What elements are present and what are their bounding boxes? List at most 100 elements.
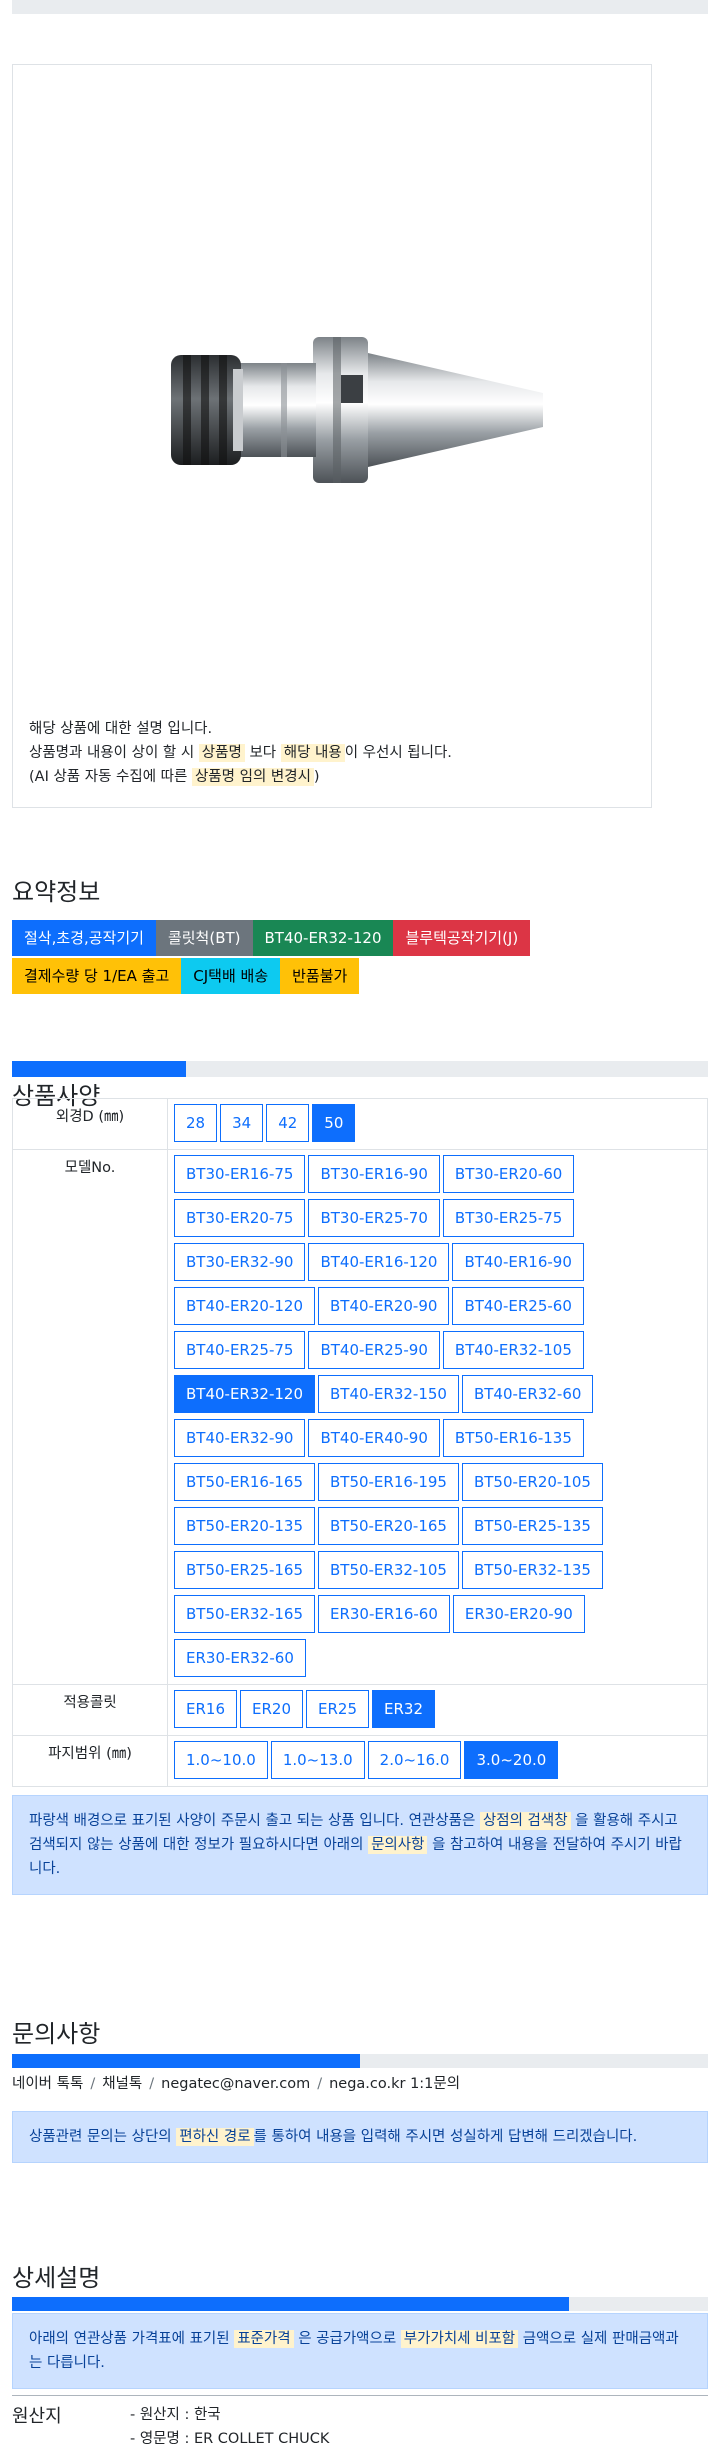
notice-line-3: (AI 상품 자동 수집에 따른 상품명 임의 변경시) <box>29 765 452 789</box>
product-image-box: 해당 상품에 대한 설명 입니다. 상품명과 내용이 상이 할 시 상품명 보다… <box>12 64 652 808</box>
spec-option-button[interactable]: 50 <box>312 1104 356 1142</box>
detail-progress-fill <box>12 2297 569 2311</box>
spec-option-button[interactable]: BT30-ER20-60 <box>442 1155 575 1193</box>
spec-option-button[interactable]: BT50-ER20-135 <box>174 1507 315 1545</box>
spec-option-button[interactable]: BT40-ER25-60 <box>452 1287 584 1325</box>
spec-table: 외경D (㎜) 28 34 42 50 모델No. BT30-ER16-75 BT30-ER1… <box>12 1098 708 1787</box>
spec-values: BT30-ER16-75 BT30-ER16-90 BT30-ER20-60 BT30… <box>167 1149 708 1685</box>
spec-option-button[interactable]: BT30-ER32-90 <box>174 1243 306 1281</box>
notice-line-2: 상품명과 내용이 상이 할 시 상품명 보다 해당 내용 이 우선시 됩니다. <box>29 741 452 765</box>
spec-option-button[interactable]: 1.0~13.0 <box>270 1741 365 1779</box>
spec-progress <box>12 1061 708 1077</box>
summary-chip: BT40-ER32-120 <box>252 920 394 956</box>
spec-option-button[interactable]: ER30-ER32-60 <box>174 1639 306 1677</box>
spec-options: 1.0~10.0 1.0~13.0 2.0~16.0 3.0~20.0 <box>174 1739 654 1783</box>
spec-option-button[interactable]: BT30-ER25-75 <box>442 1199 575 1237</box>
spec-option-button[interactable]: BT50-ER16-135 <box>442 1419 584 1457</box>
spec-progress-fill <box>12 1061 186 1077</box>
spec-option-button[interactable]: 28 <box>174 1104 218 1142</box>
spec-option-button[interactable]: BT40-ER40-90 <box>308 1419 440 1457</box>
spec-option-button[interactable]: BT50-ER16-195 <box>317 1463 459 1501</box>
inquiry-title: 문의사항 <box>12 2020 101 2048</box>
inquiry-alert: 상품관련 문의는 상단의 편하신 경로 를 통하여 내용을 입력해 주시면 성실하… <box>12 2111 708 2163</box>
spec-row: 외경D (㎜) 28 34 42 50 <box>12 1098 708 1150</box>
spec-option-button[interactable]: 2.0~16.0 <box>367 1741 462 1779</box>
spec-option-button[interactable]: BT50-ER32-135 <box>461 1551 603 1589</box>
notice-text: 보다 <box>249 745 277 761</box>
spec-option-button[interactable]: BT40-ER32-90 <box>174 1419 306 1457</box>
notice-highlight: 상품명 <box>198 744 245 762</box>
contact-links: 네이버 톡톡 / 채널톡 / negatec@naver.com / nega.co.kr … <box>12 2072 460 2093</box>
spec-option-button[interactable]: BT40-ER32-120 <box>174 1375 315 1413</box>
spec-option-button[interactable]: BT50-ER16-165 <box>174 1463 315 1501</box>
spec-option-button[interactable]: 34 <box>220 1104 264 1142</box>
origin-items: - 원산지 : 한국 - 영문명 : ER COLLET CHUCK <box>130 2403 329 2448</box>
spec-option-button[interactable]: BT40-ER20-120 <box>174 1287 315 1325</box>
origin-item: - 영문명 : ER COLLET CHUCK <box>130 2431 330 2447</box>
spec-option-button[interactable]: ER30-ER16-60 <box>317 1595 450 1633</box>
spec-option-button[interactable]: 42 <box>266 1104 310 1142</box>
spec-option-button[interactable]: ER25 <box>306 1690 369 1728</box>
contact-link[interactable]: 채널톡 <box>102 2076 142 2092</box>
alert-highlight: 부가가치세 비포함 <box>400 2330 519 2348</box>
spec-options: 28 34 42 50 <box>174 1102 654 1146</box>
product-notice: 해당 상품에 대한 설명 입니다. 상품명과 내용이 상이 할 시 상품명 보다… <box>29 717 452 789</box>
spec-label: 파지범위 (㎜) <box>12 1735 168 1787</box>
spec-option-button[interactable]: 3.0~20.0 <box>464 1741 559 1779</box>
alert-text: 상품관련 문의는 상단의 <box>29 2129 172 2145</box>
spec-option-button[interactable]: BT40-ER32-150 <box>317 1375 459 1413</box>
alert-highlight: 표준가격 <box>234 2330 294 2348</box>
alert-text: 파랑색 배경으로 표기된 사양이 주문시 출고 되는 상품 입니다. 연관상품은 <box>29 1813 476 1829</box>
inquiry-progress <box>12 2054 708 2068</box>
spec-option-button[interactable]: ER30-ER20-90 <box>452 1595 585 1633</box>
spec-values: ER16 ER20 ER25 ER32 <box>167 1684 708 1736</box>
alert-text: 아래의 연관상품 가격표에 표기된 <box>29 2331 230 2347</box>
origin-divider <box>12 2395 708 2396</box>
alert-text: 은 공급가액으로 <box>298 2331 397 2347</box>
spec-option-button[interactable]: BT40-ER16-120 <box>308 1243 450 1281</box>
product-image <box>171 337 543 483</box>
spec-option-button[interactable]: BT30-ER20-75 <box>174 1199 306 1237</box>
detail-title: 상세설명 <box>12 2264 101 2292</box>
notice-text: 상품명과 내용이 상이 할 시 <box>29 745 195 761</box>
contact-link[interactable]: negatec@naver.com <box>161 2076 310 2092</box>
summary-chip: 결제수량 당 1/EA 출고 <box>12 958 182 994</box>
spec-option-button[interactable]: BT40-ER25-90 <box>308 1331 440 1369</box>
notice-text: 이 우선시 됩니다. <box>344 745 452 761</box>
spec-row: 파지범위 (㎜) 1.0~10.0 1.0~13.0 2.0~16.0 3.0~20.0 <box>12 1735 708 1787</box>
contact-link[interactable]: 네이버 톡톡 <box>12 2076 83 2092</box>
spec-values: 1.0~10.0 1.0~13.0 2.0~16.0 3.0~20.0 <box>167 1735 708 1787</box>
spec-alert: 파랑색 배경으로 표기된 사양이 주문시 출고 되는 상품 입니다. 연관상품은… <box>12 1795 708 1895</box>
spec-option-button[interactable]: ER32 <box>372 1690 435 1728</box>
spec-option-button[interactable]: 1.0~10.0 <box>174 1741 268 1779</box>
spec-option-button[interactable]: BT50-ER32-105 <box>317 1551 459 1589</box>
spec-option-button[interactable]: BT40-ER16-90 <box>452 1243 584 1281</box>
notice-text: (AI 상품 자동 수집에 따른 <box>29 769 188 785</box>
origin-item: - 원산지 : 한국 <box>130 2407 221 2423</box>
spec-options: BT30-ER16-75 BT30-ER16-90 BT30-ER20-60 BT30… <box>174 1153 654 1681</box>
spec-label: 적용콜릿 <box>12 1684 168 1736</box>
spec-option-button[interactable]: BT50-ER20-105 <box>461 1463 603 1501</box>
spec-option-button[interactable]: BT50-ER20-165 <box>317 1507 459 1545</box>
spec-label: 모델No. <box>12 1149 168 1685</box>
spec-option-button[interactable]: BT30-ER16-90 <box>308 1155 440 1193</box>
detail-progress <box>12 2297 708 2311</box>
spec-option-button[interactable]: ER16 <box>174 1690 237 1728</box>
spec-option-button[interactable]: BT40-ER32-60 <box>461 1375 594 1413</box>
spec-option-button[interactable]: BT50-ER25-135 <box>461 1507 603 1545</box>
summary-chip: 반품불가 <box>280 958 360 994</box>
spec-option-button[interactable]: BT40-ER20-90 <box>317 1287 450 1325</box>
spec-option-button[interactable]: BT50-ER32-165 <box>174 1595 315 1633</box>
spec-option-button[interactable]: BT40-ER32-105 <box>442 1331 584 1369</box>
contact-link[interactable]: nega.co.kr 1:1문의 <box>329 2076 460 2092</box>
spec-option-button[interactable]: BT40-ER25-75 <box>174 1331 306 1369</box>
spec-row: 모델No. BT30-ER16-75 BT30-ER16-90 BT30-ER20-6… <box>12 1149 708 1685</box>
spec-option-button[interactable]: BT50-ER25-165 <box>174 1551 315 1589</box>
alert-highlight: 편하신 경로 <box>176 2128 254 2146</box>
detail-alert: 아래의 연관상품 가격표에 표기된 표준가격 은 공급가액으로 부가가치세 비포… <box>12 2313 708 2389</box>
spec-row: 적용콜릿 ER16 ER20 ER25 ER32 <box>12 1684 708 1736</box>
contact-separator: / <box>90 2076 96 2092</box>
spec-option-button[interactable]: ER20 <box>240 1690 303 1728</box>
spec-option-button[interactable]: BT30-ER16-75 <box>174 1155 306 1193</box>
spec-option-button[interactable]: BT30-ER25-70 <box>308 1199 440 1237</box>
